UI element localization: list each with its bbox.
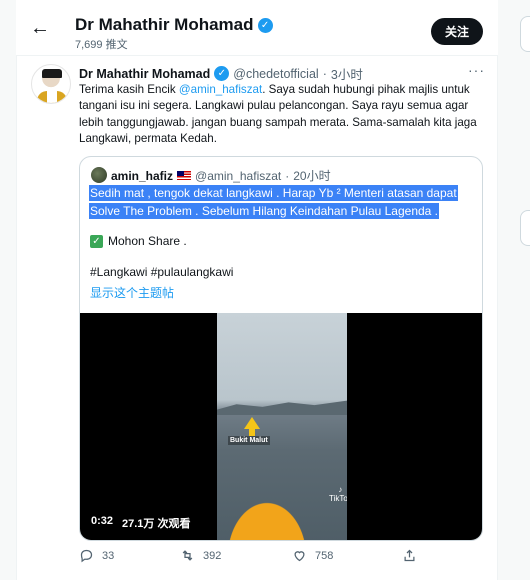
share-button[interactable] bbox=[402, 548, 417, 563]
like-button[interactable]: 758 bbox=[292, 548, 333, 563]
sidebar-card[interactable] bbox=[520, 16, 530, 52]
tweet-time[interactable]: 3小时 bbox=[331, 64, 363, 83]
show-thread-link[interactable]: 显示这个主题帖 bbox=[90, 284, 174, 301]
sidebar-card[interactable] bbox=[520, 210, 530, 246]
right-sidebar-edge bbox=[512, 0, 530, 580]
quote-hashtags[interactable]: #Langkawi #pulaulangkawi bbox=[90, 265, 233, 279]
heart-icon bbox=[294, 551, 305, 562]
profile-name: Dr Mahathir Mohamad ✓ bbox=[75, 15, 273, 35]
more-options-icon[interactable]: ··· bbox=[468, 62, 485, 78]
tiktok-icon: ♪TikTok bbox=[329, 485, 347, 503]
kayak-image bbox=[217, 488, 317, 540]
retweet-button[interactable]: 392 bbox=[180, 548, 221, 563]
back-arrow-icon: ← bbox=[30, 16, 50, 39]
tweet-text: Terima kasih Encik @amin_hafiszat. Saya … bbox=[79, 83, 477, 146]
video-player[interactable]: Bukit Malut ♪TikTok 0:32 27.1万 次观看 bbox=[80, 313, 482, 540]
tweet-actions: 33 392 758 bbox=[79, 548, 489, 568]
separator: · bbox=[285, 168, 290, 183]
retweet-icon bbox=[182, 550, 193, 561]
author-handle[interactable]: @chedetofficial bbox=[233, 67, 318, 81]
check-mark-icon: ✓ bbox=[90, 234, 103, 248]
video-duration: 0:32 bbox=[91, 515, 114, 527]
reply-button[interactable]: 33 bbox=[79, 548, 114, 563]
malaysia-flag-icon bbox=[177, 171, 192, 180]
tweet-count: 7,699 推文 bbox=[75, 39, 128, 51]
avatar[interactable] bbox=[31, 64, 71, 104]
quote-header: amin_hafiz @amin_hafiszat · 20小时 bbox=[111, 167, 331, 184]
video-overlay-label: Bukit Malut bbox=[228, 436, 270, 445]
follow-button[interactable]: 关注 bbox=[431, 18, 483, 45]
reply-icon bbox=[80, 549, 93, 563]
quote-share-line: ✓ Mohon Share . bbox=[90, 234, 187, 248]
verified-badge-icon: ✓ bbox=[214, 66, 230, 81]
quote-author-name: amin_hafiz bbox=[111, 168, 174, 183]
profile-header: ← Dr Mahathir Mohamad ✓ 7,699 推文 关注 bbox=[16, 0, 498, 56]
verified-badge-icon: ✓ bbox=[257, 17, 273, 33]
share-icon bbox=[404, 549, 415, 562]
video-frame: Bukit Malut ♪TikTok bbox=[217, 313, 347, 540]
mention-link[interactable]: @amin_hafiszat bbox=[179, 83, 262, 96]
quote-avatar bbox=[91, 167, 107, 183]
separator: · bbox=[322, 66, 327, 81]
quote-author-handle: @amin_hafiszat bbox=[195, 168, 282, 183]
tweet-header: Dr Mahathir Mohamad ✓ @chedetofficial · … bbox=[79, 64, 363, 83]
quoted-tweet[interactable]: amin_hafiz @amin_hafiszat · 20小时 Sedih m… bbox=[79, 156, 483, 541]
video-views: 27.1万 次观看 bbox=[122, 518, 191, 530]
back-button[interactable]: ← bbox=[26, 14, 54, 42]
author-name[interactable]: Dr Mahathir Mohamad bbox=[79, 67, 210, 81]
quote-time: 20小时 bbox=[293, 169, 331, 183]
quote-selected-text: Sedih mat , tengok dekat langkawi . Hara… bbox=[89, 185, 458, 219]
